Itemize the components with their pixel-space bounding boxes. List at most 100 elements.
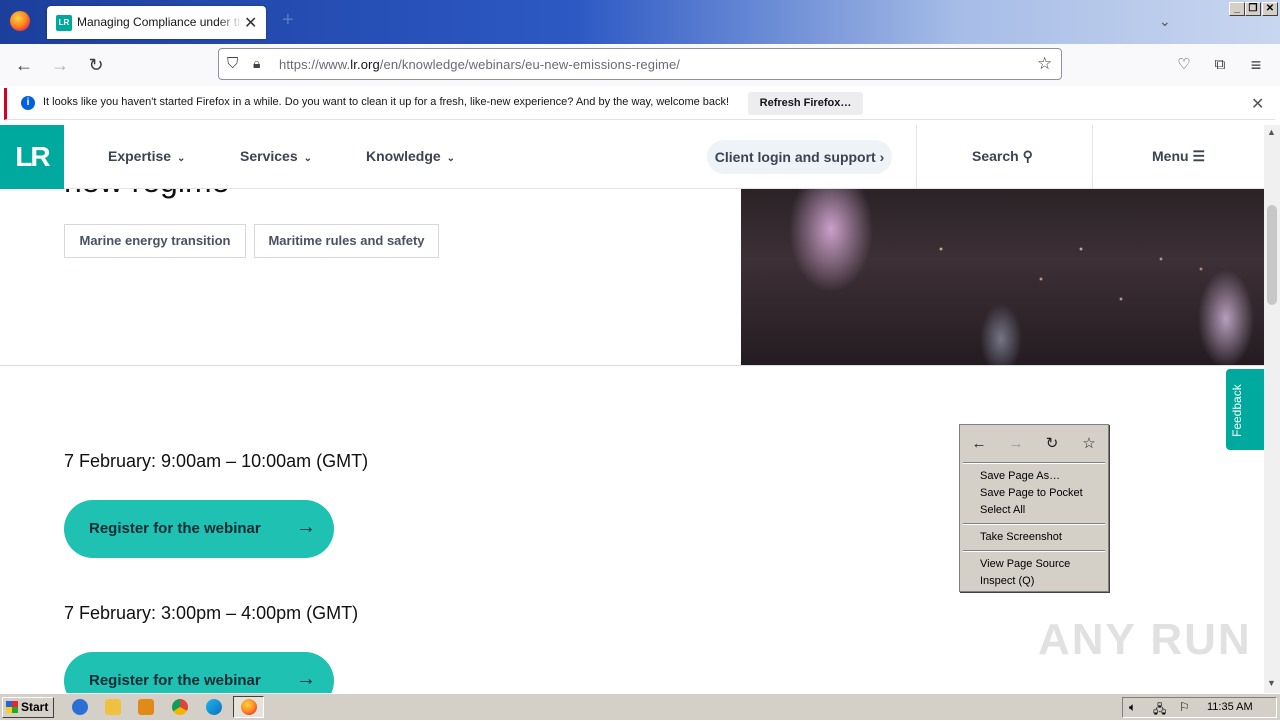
bookmark-star-icon[interactable]: ☆ <box>1037 54 1052 74</box>
start-label: Start <box>21 700 49 714</box>
chevron-right-icon: › <box>879 149 885 165</box>
register-webinar-button-2[interactable]: Register for the webinar → <box>64 652 334 693</box>
chrome-icon[interactable] <box>172 699 188 715</box>
chevron-down-icon: ⌄ <box>177 153 186 164</box>
hamburger-icon: ☰ <box>1192 148 1206 164</box>
url-bar[interactable]: ⛉ 🔒︎ https://www.lr.org/en/knowledge/web… <box>218 48 1062 80</box>
taskbar-firefox-active[interactable] <box>233 696 264 718</box>
pocket-icon[interactable]: ♡ <box>1173 54 1195 76</box>
arrow-right-icon: → <box>296 516 316 538</box>
register-label: Register for the webinar <box>89 672 261 689</box>
nav-expertise-label: Expertise <box>108 148 172 164</box>
lr-favicon-icon: LR <box>56 15 72 31</box>
tab-active[interactable]: LR Managing Compliance under the EU ✕ <box>47 6 266 39</box>
scroll-thumb[interactable] <box>1267 205 1277 305</box>
client-login-label: Client login and support <box>714 149 876 165</box>
tag-maritime-rules-safety[interactable]: Maritime rules and safety <box>254 224 439 258</box>
reload-icon[interactable]: ↻ <box>85 54 107 76</box>
search-button[interactable]: Search ⚲ <box>972 148 1033 165</box>
session-time-2: 7 February: 3:00pm – 4:00pm (GMT) <box>64 603 359 623</box>
volume-icon[interactable]: 🔈︎ <box>1129 700 1136 715</box>
notification-text: It looks like you haven't started Firefo… <box>43 96 730 108</box>
chevron-down-icon: ⌄ <box>303 153 312 164</box>
shield-icon[interactable]: ⛉ <box>227 55 238 72</box>
tab-close-icon[interactable]: ✕ <box>244 13 257 33</box>
media-player-icon[interactable] <box>138 699 154 715</box>
url-text[interactable]: https://www.lr.org/en/knowledge/webinars… <box>279 57 680 72</box>
ctx-take-screenshot[interactable]: Take Screenshot <box>980 531 1062 543</box>
ctx-select-all[interactable]: Select All <box>980 504 1025 516</box>
session-time-1: 7 February: 9:00am – 10:00am (GMT) <box>64 451 369 471</box>
app-menu-icon[interactable]: ≡ <box>1245 54 1267 76</box>
scroll-down-icon[interactable]: ▼ <box>1267 678 1276 688</box>
search-icon: ⚲ <box>1022 148 1033 164</box>
context-menu: ← → ↻ ☆ Save Page As… Save Page to Pocke… <box>959 424 1109 592</box>
folder-icon[interactable] <box>105 699 121 715</box>
list-all-tabs-icon[interactable]: ⌄ <box>1159 13 1171 30</box>
menu-button[interactable]: Menu ☰ <box>1152 148 1205 165</box>
start-button[interactable]: Start <box>2 697 54 718</box>
network-icon[interactable]: 🖧 <box>1153 700 1166 721</box>
navigation-toolbar: ← → ↻ ⛉ 🔒︎ https://www.lr.org/en/knowled… <box>0 44 1280 86</box>
menu-separator <box>963 550 1105 552</box>
section-divider <box>0 365 1264 366</box>
ctx-back-icon[interactable]: ← <box>969 434 989 454</box>
chevron-down-icon: ⌄ <box>446 153 456 164</box>
search-label: Search <box>972 148 1019 164</box>
nav-knowledge[interactable]: Knowledge ⌄ <box>366 148 455 164</box>
web-page: new regime LR Expertise⌄ Services⌄ Knowl… <box>0 125 1264 693</box>
nav-services[interactable]: Services ⌄ <box>240 148 312 164</box>
ie-icon[interactable] <box>72 699 88 715</box>
feedback-label: Feedback <box>1230 384 1244 437</box>
hero-image <box>741 189 1264 365</box>
restore-button[interactable]: ❐ <box>1245 2 1261 16</box>
ctx-inspect[interactable]: Inspect (Q) <box>980 575 1034 587</box>
notification-bar: i It looks like you haven't started Fire… <box>4 88 1275 120</box>
windows-flag-icon <box>6 701 18 713</box>
tab-title: Managing Compliance under the EU <box>77 15 242 29</box>
ctx-view-source[interactable]: View Page Source <box>980 558 1070 570</box>
url-prefix: https://www. <box>279 57 351 72</box>
minimize-button[interactable]: _ <box>1229 2 1245 16</box>
extensions-icon[interactable]: ⧉ <box>1209 54 1231 76</box>
close-window-button[interactable]: ✕ <box>1262 2 1278 16</box>
refresh-firefox-button[interactable]: Refresh Firefox… <box>748 92 863 115</box>
flag-icon[interactable]: ⚐ <box>1179 700 1190 714</box>
register-label: Register for the webinar <box>89 520 261 537</box>
url-path: /en/knowledge/webinars/eu-new-emissions-… <box>379 57 681 72</box>
ctx-save-page-as[interactable]: Save Page As… <box>980 470 1060 482</box>
header-divider <box>916 125 917 189</box>
site-header: LR Expertise ⌄ Services ⌄ Knowledge ⌄ Clien… <box>0 125 1264 189</box>
lr-logo[interactable]: LR <box>0 125 64 189</box>
feedback-tab[interactable]: Feedback <box>1226 369 1264 450</box>
back-icon[interactable]: ← <box>13 54 35 76</box>
edge-icon[interactable] <box>206 699 222 715</box>
header-divider <box>1092 125 1093 189</box>
lock-icon[interactable]: 🔒︎ <box>253 55 260 72</box>
menu-label: Menu <box>1152 148 1189 164</box>
close-notification-icon[interactable]: ✕ <box>1251 94 1264 114</box>
ctx-bookmark-icon[interactable]: ☆ <box>1079 434 1099 454</box>
anyrun-watermark: ANY RUN <box>1038 615 1252 664</box>
info-icon: i <box>21 96 35 110</box>
clock: 11:35 AM <box>1207 701 1253 713</box>
nav-knowledge-label: Knowledge <box>366 148 441 164</box>
tag-marine-energy-transition[interactable]: Marine energy transition <box>64 224 246 258</box>
menu-separator <box>963 462 1105 464</box>
ctx-forward-icon[interactable]: → <box>1006 434 1026 454</box>
page-scrollbar[interactable]: ▲ ▼ <box>1264 125 1280 693</box>
forward-icon[interactable]: → <box>49 54 71 76</box>
client-login-button[interactable]: Client login and support › <box>707 140 892 174</box>
scroll-up-icon[interactable]: ▲ <box>1267 127 1276 137</box>
arrow-right-icon: → <box>296 668 316 690</box>
nav-expertise[interactable]: Expertise ⌄ <box>108 148 185 164</box>
new-tab-icon[interactable]: + <box>282 10 294 30</box>
register-webinar-button-1[interactable]: Register for the webinar → <box>64 500 334 558</box>
firefox-logo-icon[interactable] <box>10 11 30 31</box>
ctx-save-to-pocket[interactable]: Save Page to Pocket <box>980 487 1083 499</box>
system-tray: 🔈︎ 🖧 ⚐ 11:35 AM <box>1122 697 1277 718</box>
url-host: lr.org <box>350 57 380 72</box>
browser-title-bar: LR Managing Compliance under the EU ✕ + … <box>0 0 1280 44</box>
firefox-icon <box>241 699 257 715</box>
ctx-reload-icon[interactable]: ↻ <box>1042 434 1062 454</box>
